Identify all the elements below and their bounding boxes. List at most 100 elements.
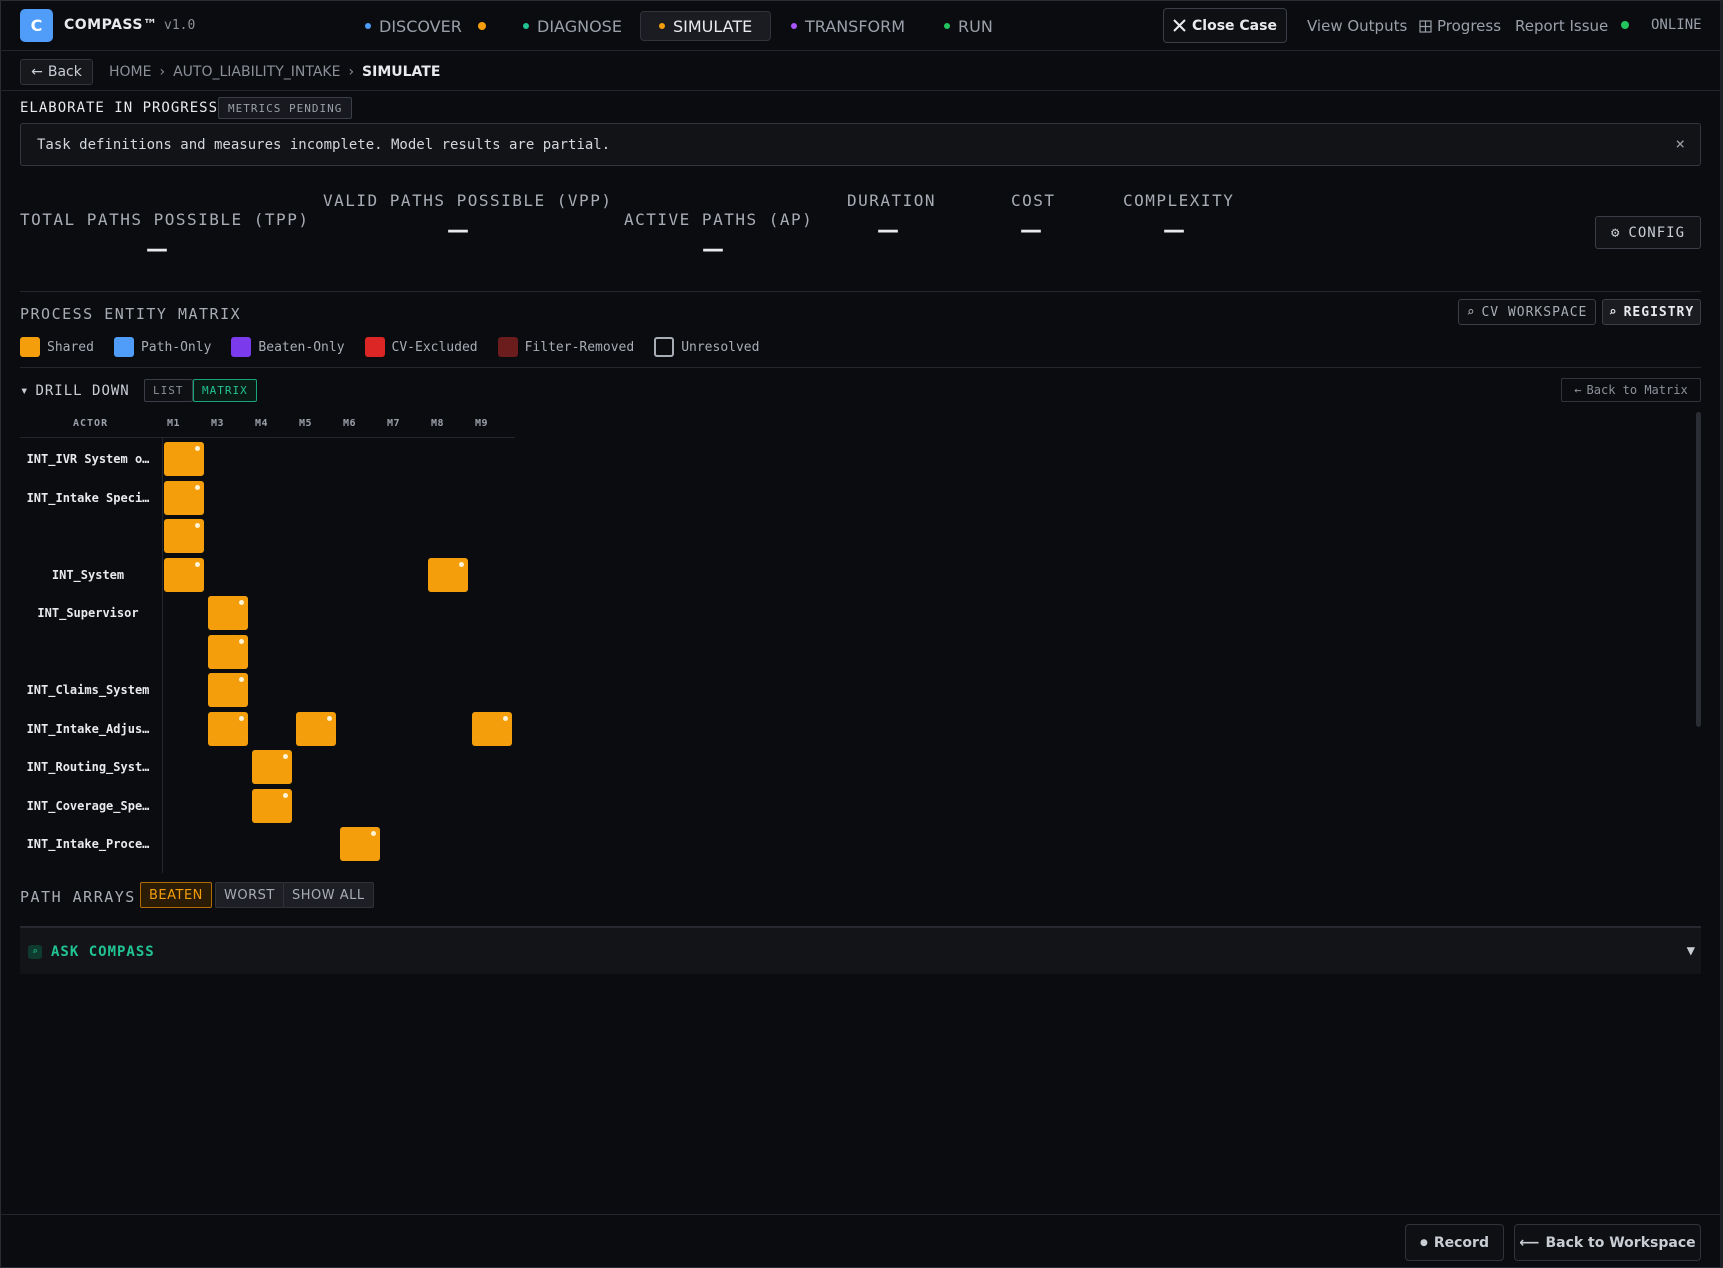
column-header-m8: M8 (431, 418, 445, 429)
actor-column-divider (162, 437, 163, 873)
legend-unresolved: Unresolved (654, 337, 759, 357)
show-all-button[interactable]: SHOW ALL (283, 882, 374, 908)
legend-swatch (113, 337, 134, 357)
tab-run[interactable]: RUN (926, 11, 1011, 41)
breadcrumb-current: SIMULATE (362, 64, 441, 80)
drill-down-toggle[interactable]: ▾ DRILL DOWN (20, 383, 130, 399)
actor-label[interactable]: INT_Supervisor (18, 606, 158, 620)
beaten-button[interactable]: BEATEN (140, 882, 212, 908)
actor-label[interactable]: INT_System (18, 568, 158, 582)
legend-label: Beaten-Only (258, 339, 345, 355)
legend-filter-removed: Filter-Removed (497, 337, 634, 357)
brand-name: COMPASS™ (64, 17, 158, 33)
actor-label[interactable]: INT_Intake_Adjus… (18, 722, 158, 736)
registry-button[interactable]: ⌕ REGISTRY (1602, 299, 1701, 325)
tab-simulate[interactable]: SIMULATE (640, 11, 772, 41)
matrix-cell-shared[interactable] (428, 557, 468, 592)
close-case-button[interactable]: Close Case (1163, 8, 1287, 43)
report-issue-link[interactable]: Report Issue (1515, 17, 1608, 35)
matrix-cell-shared[interactable] (340, 827, 380, 861)
view-outputs-link[interactable]: View Outputs (1307, 17, 1407, 35)
actor-label[interactable]: INT_Routing_Syst… (18, 760, 158, 774)
search-icon: ⌕ (1608, 304, 1618, 320)
metric-vpp-value: — (447, 218, 469, 243)
caret-down-icon[interactable]: ▼ (1687, 943, 1695, 959)
actor-label[interactable]: INT_Intake Speci… (18, 491, 158, 505)
record-button[interactable]: ● Record (1405, 1224, 1504, 1261)
metric-cost-value: — (1020, 218, 1042, 243)
legend-swatch (364, 337, 385, 357)
matrix-cell-shared[interactable] (164, 442, 204, 476)
tab-label: DISCOVER (379, 16, 462, 36)
status-dot-icon (791, 23, 797, 29)
section-divider (20, 367, 1701, 368)
status-dot-icon (659, 23, 665, 29)
matrix-cell-shared[interactable] (208, 711, 248, 746)
back-to-workspace-label: Back to Workspace (1545, 1234, 1696, 1251)
matrix-cell-shared[interactable] (296, 711, 336, 746)
column-header-m3: M3 (211, 418, 225, 429)
config-button[interactable]: ⚙ CONFIG (1595, 216, 1701, 249)
ask-compass-panel[interactable]: ⌕ ASK COMPASS ▼ (20, 926, 1701, 974)
matrix-cell-shared[interactable] (252, 750, 292, 784)
matrix-cell-shared[interactable] (208, 634, 248, 669)
matrix-cell-shared[interactable] (164, 519, 204, 553)
legend-label: CV-Excluded (391, 339, 478, 355)
list-view-toggle[interactable]: LIST (144, 379, 193, 402)
actor-label[interactable]: INT_IVR System o… (18, 452, 158, 466)
metric-tpp-value: — (146, 237, 168, 262)
alert-banner: Task definitions and measures incomplete… (20, 123, 1701, 166)
matrix-view-toggle[interactable]: MATRIX (193, 379, 257, 402)
cv-workspace-button[interactable]: ⌕ CV WORKSPACE (1458, 299, 1596, 325)
matrix-cell-shared[interactable] (208, 596, 248, 630)
tab-diagnose[interactable]: DIAGNOSE (505, 11, 640, 41)
caret-down-icon: ▾ (20, 383, 30, 399)
matrix-cell-shared[interactable] (164, 480, 204, 515)
metric-complexity-value: — (1163, 218, 1185, 243)
column-header-m7: M7 (387, 418, 401, 429)
matrix-cell-shared[interactable] (472, 711, 512, 746)
tab-label: DIAGNOSE (537, 16, 622, 36)
column-header-m6: M6 (343, 418, 357, 429)
close-icon (1173, 19, 1186, 32)
config-label: CONFIG (1628, 224, 1685, 241)
metric-duration-label: DURATION (847, 191, 937, 210)
ask-compass-label: ASK COMPASS (51, 944, 155, 960)
chevron-right-icon: › (348, 64, 355, 80)
arrow-left-icon: ← (1574, 383, 1582, 397)
matrix-cell-shared[interactable] (208, 673, 248, 707)
record-dot-icon: ● (1420, 1237, 1428, 1248)
back-to-workspace-button[interactable]: ⟵ Back to Workspace (1514, 1224, 1701, 1261)
search-icon: ⌕ (1466, 304, 1476, 320)
tab-transform[interactable]: TRANSFORM (773, 11, 923, 41)
legend-swatch (497, 337, 518, 357)
tab-label: SIMULATE (673, 16, 753, 36)
app-version: v1.0 (164, 18, 196, 33)
report-issue-label: Report Issue (1515, 17, 1609, 35)
back-button[interactable]: ← Back (20, 59, 93, 85)
matrix-scrollbar[interactable] (1696, 412, 1701, 727)
actor-label[interactable]: INT_Claims_System (18, 683, 158, 697)
breadcrumb-home[interactable]: HOME (109, 64, 151, 80)
worst-button[interactable]: WORST (215, 882, 284, 908)
registry-label: REGISTRY (1623, 304, 1695, 320)
status-title: ELABORATE IN PROGRESS (20, 100, 219, 116)
matrix-legend: Shared Path-Only Beaten-Only CV-Excluded… (20, 337, 759, 357)
legend-beaten-only: Beaten-Only (231, 337, 345, 357)
matrix-title: PROCESS ENTITY MATRIX (20, 305, 242, 323)
section-divider (20, 291, 1701, 292)
close-icon[interactable]: × (1675, 134, 1685, 153)
back-to-matrix-button[interactable]: ← Back to Matrix (1561, 378, 1701, 402)
legend-label: Unresolved (681, 339, 760, 355)
matrix-cell-shared[interactable] (252, 788, 292, 823)
tab-discover[interactable]: DISCOVER (347, 11, 504, 41)
progress-link[interactable]: Progress (1419, 17, 1501, 35)
back-to-matrix-label: Back to Matrix (1586, 383, 1688, 397)
grid-icon (1419, 19, 1432, 33)
app-logo[interactable]: C (20, 9, 53, 42)
matrix-cell-shared[interactable] (164, 557, 204, 592)
progress-label: Progress (1437, 17, 1502, 35)
actor-label[interactable]: INT_Coverage_Spe… (18, 799, 158, 813)
breadcrumb-case[interactable]: AUTO_LIABILITY_INTAKE (173, 64, 340, 80)
actor-label[interactable]: INT_Intake_Proce… (18, 837, 158, 851)
